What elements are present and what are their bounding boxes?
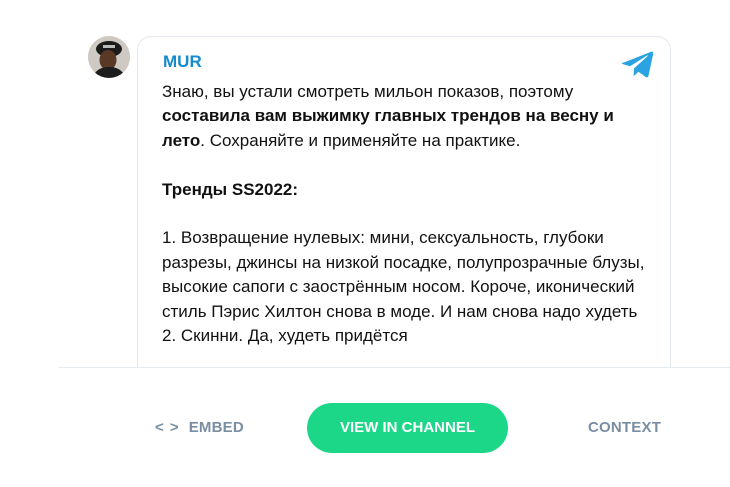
message-intro: Знаю, вы устали смотреть мильон показов,… <box>162 80 652 153</box>
telegram-post-widget: MUR Знаю, вы устали смотреть мильон пока… <box>0 0 730 487</box>
trends-heading: Тренды SS2022: <box>162 179 299 199</box>
telegram-icon <box>621 50 654 78</box>
post-viewport: MUR Знаю, вы устали смотреть мильон пока… <box>0 0 730 367</box>
embed-label: EMBED <box>188 419 244 436</box>
intro-tail-text: . Сохраняйте и применяйте на практике. <box>200 130 521 150</box>
embed-button[interactable]: < > EMBED <box>155 416 244 440</box>
channel-name-link[interactable]: MUR <box>163 52 202 72</box>
context-button[interactable]: CONTEXT <box>588 416 661 440</box>
trend-item-1: 1. Возвращение нулевых: мини, сексуально… <box>162 228 645 321</box>
trend-item-2: 2. Скинни. Да, худеть придётся <box>162 326 408 346</box>
footer-divider <box>58 367 730 368</box>
channel-avatar[interactable] <box>88 36 130 78</box>
avatar-photo-icon <box>88 36 130 78</box>
intro-plain-text: Знаю, вы устали смотреть мильон показов,… <box>162 82 574 101</box>
message-text: Знаю, вы устали смотреть мильон показов,… <box>162 80 652 348</box>
view-in-channel-button[interactable]: VIEW IN CHANNEL <box>307 403 508 453</box>
code-icon: < > <box>155 419 180 436</box>
